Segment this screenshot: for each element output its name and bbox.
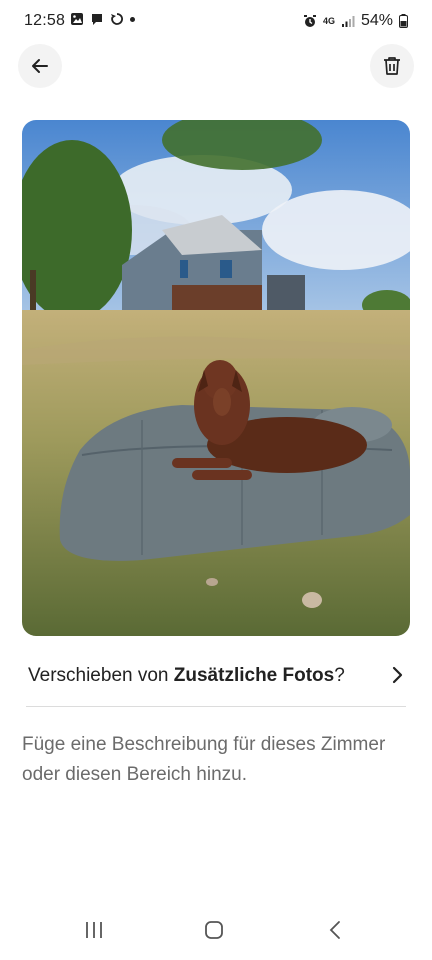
move-prefix: Verschieben von — [28, 665, 174, 686]
trash-icon — [384, 57, 400, 75]
signal-icon — [341, 16, 355, 27]
arrow-left-icon — [32, 59, 48, 73]
delete-button[interactable] — [370, 44, 414, 88]
chevron-right-icon — [392, 666, 403, 684]
photo-illustration — [22, 120, 410, 636]
more-notifications-dot — [130, 16, 135, 22]
divider — [26, 706, 406, 707]
move-target-category: Zusätzliche Fotos — [173, 665, 335, 686]
system-navigation-bar — [0, 908, 432, 960]
move-to-category-row[interactable]: Verschieben von Zusätzliche Fotos? — [28, 660, 408, 692]
system-back-button[interactable] — [326, 920, 346, 945]
recent-apps-icon — [86, 922, 102, 938]
home-button[interactable] — [204, 920, 224, 945]
description-input[interactable]: Füge eine Beschreibung für dieses Zimmer… — [22, 730, 412, 790]
chat-bubble-icon — [92, 14, 102, 25]
move-suffix: ? — [334, 665, 345, 686]
move-text: Verschieben von Zusätzliche Fotos? — [28, 665, 345, 687]
system-status: 4G 54% — [303, 12, 408, 30]
notification-icons — [70, 12, 135, 26]
status-bar: 12:58 4G 54% — [0, 0, 432, 44]
alarm-icon — [303, 15, 316, 27]
network-type: 4G — [322, 16, 335, 26]
gallery-icon — [71, 13, 83, 25]
battery-percentage: 54% — [360, 12, 393, 29]
home-icon — [205, 921, 223, 939]
dog-on-cushion-photo[interactable] — [22, 120, 410, 636]
status-time: 12:58 — [24, 12, 66, 29]
back-button[interactable] — [18, 44, 62, 88]
chevron-left-icon — [329, 921, 340, 939]
sync-icon — [111, 13, 123, 25]
battery-icon — [399, 14, 408, 28]
recent-apps-button[interactable] — [84, 920, 104, 945]
